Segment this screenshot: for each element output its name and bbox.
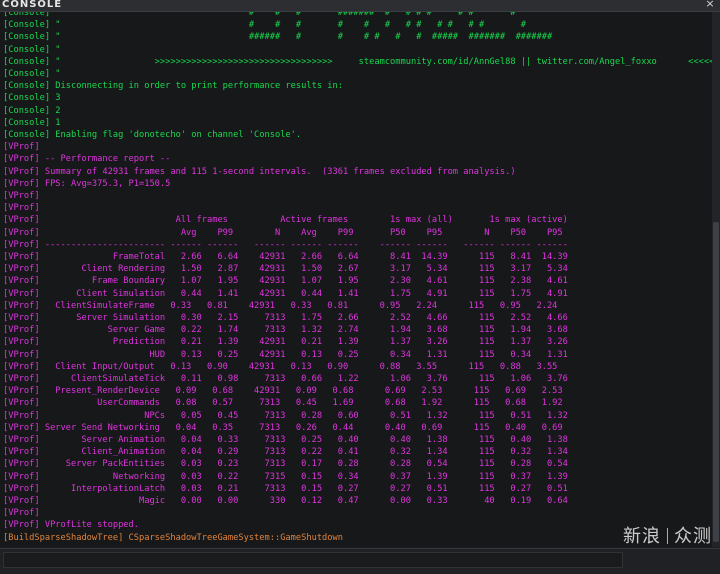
log-line: [VProf] Summary of 42931 frames and 115 … xyxy=(3,166,516,177)
log-line: [VProf] UserCommands 0.08 0.57 7313 0.45… xyxy=(3,398,563,409)
watermark-text-right: 众测 xyxy=(674,526,712,547)
log-line: [VProf] ClientSimulateTick 0.11 0.98 731… xyxy=(3,374,568,384)
log-line: [Console] 2 xyxy=(3,105,61,116)
log-line: [VProf] Client Input/Output 0.13 0.90 42… xyxy=(3,361,558,372)
log-line: [VProf] Frame Boundary 1.07 1.95 42931 1… xyxy=(3,276,568,287)
window-title: CONSOLE xyxy=(2,0,63,10)
log-line: [VProf] FPS: Avg=375.3, P1=150.5 xyxy=(3,178,171,189)
log-line: [VProf] Client_Animation 0.04 0.29 7313 … xyxy=(3,447,568,458)
log-line: [VProf] NPCs 0.05 0.45 7313 0.28 0.60 0.… xyxy=(3,410,568,421)
log-line: [Console] " # # # # # # # # # # # # # xyxy=(3,20,527,31)
log-line: [VProf] Client Rendering 1.50 2.87 42931… xyxy=(3,264,568,275)
log-line: [VProf] ClientSimulateFrame 0.33 0.81 42… xyxy=(3,300,558,311)
close-icon[interactable]: × xyxy=(704,0,716,10)
log-line: [Console] " >>>>>>>>>>>>>>>>>>>>>>>>>>>>… xyxy=(3,56,712,67)
log-line: [VProf] Networking 0.03 0.22 7315 0.15 0… xyxy=(3,471,568,482)
log-line: [Console] " ###### # # # # # # ##### ###… xyxy=(3,32,553,43)
scrollbar-thumb[interactable] xyxy=(713,222,719,542)
log-line: [VProf] xyxy=(3,203,40,214)
log-line: [VProf] Prediction 0.21 1.39 42931 0.21 … xyxy=(3,337,568,348)
log-line: [VProf] -- Performance report -- xyxy=(3,154,171,165)
log-line: [VProf] Server Game 0.22 1.74 7313 1.32 … xyxy=(3,325,568,336)
watermark: 新浪 众测 xyxy=(623,527,712,547)
log-line: [VProf] Magic 0.00 0.00 330 0.12 0.47 0.… xyxy=(3,496,568,506)
log-line: [Console] " xyxy=(3,44,61,55)
log-line: [Console] 1 xyxy=(3,117,61,128)
log-line: [VProf] Avg P99 N Avg P99 P50 P95 N P50 … xyxy=(3,227,563,238)
log-line: [VProf] xyxy=(3,508,40,519)
log-line: [VProf] Server Animation 0.04 0.33 7313 … xyxy=(3,435,568,445)
log-line: [VProf] xyxy=(3,142,40,153)
log-line: [VProf] ----------------------- ------ -… xyxy=(3,239,568,250)
log-line: [Console] " # # # ####### # # # # # # # xyxy=(3,12,516,18)
log-line: [BuildSparseShadowTree] CSparseShadowTre… xyxy=(3,532,343,543)
console-input[interactable] xyxy=(3,552,623,568)
log-line: [VProf] Server Simulation 0.30 2.15 7313… xyxy=(3,313,568,323)
scrollbar[interactable] xyxy=(712,12,720,547)
log-line: [VProf] xyxy=(3,191,40,201)
log-line: [Console] Disconnecting in order to prin… xyxy=(3,81,343,92)
log-line: [VProf] All frames Active frames 1s max … xyxy=(3,215,568,226)
log-line: [VProf] InterpolationLatch 0.03 0.21 731… xyxy=(3,483,568,494)
log-line: [Console] " xyxy=(3,69,61,79)
watermark-text-left: 新浪 xyxy=(623,526,661,547)
log-line: [VProf] Server Send Networking 0.04 0.35… xyxy=(3,422,563,433)
title-bar: CONSOLE × xyxy=(0,0,720,12)
log-line: [VProf] Present_RenderDevice 0.09 0.68 4… xyxy=(3,386,563,397)
log-line: [VProf] HUD 0.13 0.25 42931 0.13 0.25 0.… xyxy=(3,349,568,360)
log-line: [VProf] Server PackEntities 0.03 0.23 73… xyxy=(3,459,568,470)
input-bar xyxy=(0,548,720,574)
log-line: [Console] Enabling flag 'donotecho' on c… xyxy=(3,130,302,140)
log-line: [VProf] VProfLite stopped. xyxy=(3,520,139,531)
watermark-divider xyxy=(667,528,668,544)
log-line: [VProf] FrameTotal 2.66 6.64 42931 2.66 … xyxy=(3,252,568,262)
console-log[interactable]: [Console] " # # # ####### # # # # # # # [… xyxy=(0,12,712,547)
log-line: [Console] 3 xyxy=(3,93,61,104)
log-line: [VProf] Client Simulation 0.44 1.41 4293… xyxy=(3,288,568,299)
